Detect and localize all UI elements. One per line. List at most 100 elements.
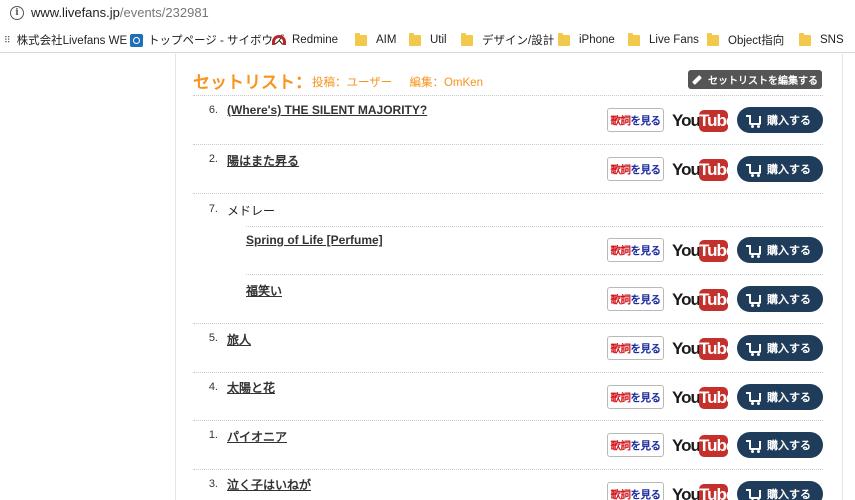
bookmark-label: iPhone [579,34,615,46]
lyrics-button[interactable]: 歌詞を見る [607,238,664,262]
lyrics-suffix: を見る [630,293,662,306]
youtube-button[interactable]: You Tube [672,239,735,263]
youtube-tube: Tube [699,338,735,360]
medley-label: メドレー [227,204,276,218]
folder-icon [409,32,421,46]
divider [193,372,823,373]
lyrics-prefix: 歌詞 [610,244,632,257]
folder-icon [461,32,473,46]
posted-by: 投稿：ユーザー [312,77,393,89]
bookmark-label: Util [430,34,447,46]
youtube-button[interactable]: You Tube [672,386,735,410]
buy-button[interactable]: 購入する [737,432,823,458]
lyrics-button[interactable]: 歌詞を見る [607,336,664,360]
bookmarks-bar: ⠿ 株式会社Livefans WE トップページ - サイボウズ Redmine … [0,27,855,53]
lyrics-button[interactable]: 歌詞を見る [607,287,664,311]
bookmark-label: Live Fans [649,34,699,46]
lyrics-button[interactable]: 歌詞を見る [607,157,664,181]
song-link[interactable]: パイオニア [227,428,287,445]
youtube-button[interactable]: You Tube [672,109,735,133]
lyrics-button[interactable]: 歌詞を見る [607,108,664,132]
youtube-tube: Tube [699,159,735,181]
buy-label: 購入する [767,245,811,257]
lyrics-button[interactable]: 歌詞を見る [607,433,664,457]
setlist-meta: 投稿：ユーザー 編集：OmKen [312,74,497,90]
buy-button[interactable]: 購入する [737,107,823,133]
edit-setlist-label: セットリストを編集する [708,76,818,87]
youtube-button[interactable]: You Tube [672,288,735,312]
lyrics-suffix: を見る [630,439,662,452]
divider [246,274,823,275]
cart-icon [746,439,761,453]
folder-icon [628,32,640,46]
youtube-you: You [672,388,701,407]
youtube-button[interactable]: You Tube [672,158,735,182]
redmine-icon [272,35,286,45]
info-icon[interactable]: i [10,6,24,20]
song-link[interactable]: 泣く子はいねが [227,476,311,493]
lyrics-suffix: を見る [630,244,662,257]
bookmark-cybozu[interactable]: トップページ - サイボウズ [130,32,285,48]
bookmark-livefans[interactable]: Live Fans [628,32,699,48]
lyrics-suffix: を見る [630,114,662,127]
divider [193,420,823,421]
url-text[interactable]: www.livefans.jp/events/232981 [31,5,209,20]
song-link[interactable]: 旅人 [227,331,251,348]
buy-button[interactable]: 購入する [737,384,823,410]
lyrics-prefix: 歌詞 [610,488,632,500]
song-link[interactable]: 太陽と花 [227,379,275,396]
bookmark-redmine[interactable]: Redmine [272,32,338,48]
url-path: /events/232981 [119,5,209,20]
bookmark-aim[interactable]: AIM [355,32,396,48]
buy-button[interactable]: 購入する [737,481,823,500]
bookmark-iphone[interactable]: iPhone [558,32,615,48]
youtube-button[interactable]: You Tube [672,434,735,458]
lyrics-suffix: を見る [630,488,662,500]
cart-icon [746,293,761,307]
lyrics-suffix: を見る [630,391,662,404]
song-link[interactable]: (Where's) THE SILENT MAJORITY? [227,103,427,117]
song-number: 2. [208,153,218,165]
buy-label: 購入する [767,440,811,452]
cart-icon [746,391,761,405]
bookmark-label: 株式会社Livefans WE [16,35,128,47]
youtube-tube: Tube [699,240,735,262]
divider [193,144,823,145]
song-link[interactable]: Spring of Life [Perfume] [246,233,383,247]
divider [193,469,823,470]
bookmark-livefans-we[interactable]: ⠿ 株式会社Livefans WE [4,32,127,48]
song-number: 4. [208,381,218,393]
cart-icon [746,244,761,258]
buy-button[interactable]: 購入する [737,237,823,263]
address-bar[interactable]: i www.livefans.jp/events/232981 [0,0,855,26]
lyrics-prefix: 歌詞 [610,439,632,452]
youtube-button[interactable]: You Tube [672,337,735,361]
youtube-you: You [672,111,701,130]
bookmark-design[interactable]: デザイン/設計 [461,32,554,48]
buy-button[interactable]: 購入する [737,286,823,312]
lyrics-button[interactable]: 歌詞を見る [607,385,664,409]
buy-button[interactable]: 購入する [737,156,823,182]
buy-button[interactable]: 購入する [737,335,823,361]
youtube-button[interactable]: You Tube [672,483,735,500]
edit-setlist-button[interactable]: セットリストを編集する [688,70,822,89]
buy-label: 購入する [767,164,811,176]
song-link[interactable]: 陽はまた昇る [227,152,299,169]
folder-icon [707,32,719,46]
buy-label: 購入する [767,343,811,355]
bookmark-sns[interactable]: SNS [799,32,844,48]
url-domain: www.livefans.jp [31,5,120,20]
folder-icon [558,32,570,46]
bookmark-label: デザイン/設計 [482,35,555,47]
lyrics-prefix: 歌詞 [610,342,632,355]
bookmark-object[interactable]: Object指向 [707,32,784,48]
bookmark-label: トップページ - サイボウズ [148,35,285,47]
song-link[interactable]: 福笑い [246,282,282,299]
song-number: 7. [208,203,218,215]
folder-icon [355,32,367,46]
youtube-you: You [672,339,701,358]
lyrics-button[interactable]: 歌詞を見る [607,482,664,500]
song-number: 3. [208,478,218,490]
song-number: 5. [208,332,218,344]
bookmark-util[interactable]: Util [409,32,447,48]
